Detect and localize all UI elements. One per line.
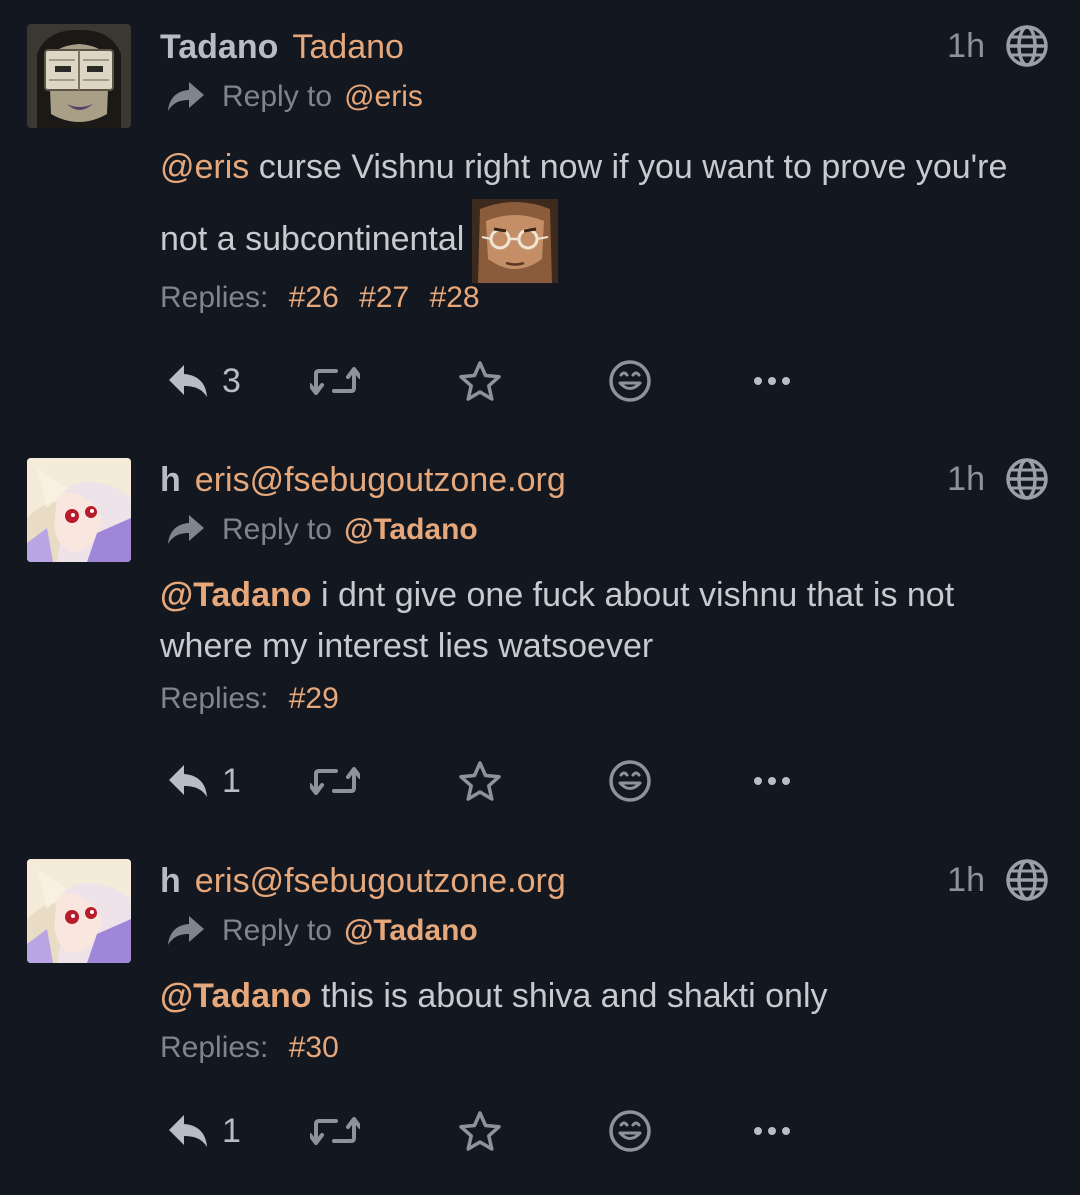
reply-to-mention[interactable]: @Tadano [344,914,478,948]
globe-icon[interactable] [1005,457,1049,501]
repeat-button[interactable] [310,756,360,806]
react-button[interactable] [608,1106,652,1156]
status-content: @Tadano i dnt give one fuck about vishnu… [160,570,1040,672]
reply-to-label: Reply to [222,80,333,113]
replies-label: Replies: [160,281,269,314]
reply-link[interactable]: #30 [289,1031,339,1064]
reply-count: 3 [222,361,241,400]
reply-count: 1 [222,1111,241,1150]
reply-count: 1 [222,761,241,800]
reply-to-mention[interactable]: @Tadano [344,513,478,547]
display-name[interactable]: Tadano [160,28,278,67]
display-name[interactable]: h [160,862,181,901]
account-name[interactable]: eris@fsebugoutzone.org [195,461,566,500]
more-icon [752,375,792,387]
custom-emoji-icon [472,199,558,283]
replies-label: Replies: [160,682,269,715]
reply-icon [166,361,210,401]
favorite-button[interactable] [458,1106,502,1156]
react-button[interactable] [608,756,652,806]
repeat-icon [310,1116,360,1146]
status-content: @Tadano this is about shiva and shakti o… [160,971,1040,1022]
share-arrow-icon [166,513,206,547]
repeat-button[interactable] [310,1106,360,1156]
more-button[interactable] [752,356,792,406]
reply-button[interactable]: 1 [166,756,241,806]
avatar[interactable] [27,24,131,128]
status-post: h eris@fsebugoutzone.org 1h Reply to @Ta… [0,430,1080,830]
share-arrow-icon [166,80,206,114]
mention-link[interactable]: @Tadano [160,576,312,614]
react-button[interactable] [608,356,652,406]
post-header: Tadano Tadano [160,24,404,70]
repeat-icon [310,766,360,796]
reply-to: Reply to @Tadano [166,510,478,550]
reply-button[interactable]: 1 [166,1106,241,1156]
avatar[interactable] [27,859,131,963]
status-post: Tadano Tadano 1h Reply to @eris @eris cu… [0,0,1080,430]
reply-link[interactable]: #26 [289,281,339,314]
star-icon [458,360,502,402]
more-button[interactable] [752,756,792,806]
reply-to-label: Reply to [222,513,333,546]
account-name[interactable]: eris@fsebugoutzone.org [195,862,566,901]
reply-to: Reply to @Tadano [166,911,478,951]
emoji-react-icon [608,759,652,803]
favorite-button[interactable] [458,356,502,406]
reply-to-mention[interactable]: @eris [344,80,423,114]
reply-to: Reply to @eris [166,77,423,117]
reply-icon [166,1111,210,1151]
more-button[interactable] [752,1106,792,1156]
post-header: h eris@fsebugoutzone.org [160,858,566,904]
star-icon [458,760,502,802]
display-name[interactable]: h [160,461,181,500]
replies-list: Replies: #26 #27 #28 [160,281,480,315]
status-text: this is about shiva and shakti only [311,977,828,1015]
action-bar: 1 [160,756,860,806]
action-bar: 3 [160,356,860,406]
replies-label: Replies: [160,1031,269,1064]
action-bar: 1 [160,1106,860,1156]
reply-link[interactable]: #28 [430,281,480,314]
globe-icon[interactable] [1005,858,1049,902]
mention-link[interactable]: @Tadano [160,977,312,1015]
more-icon [752,775,792,787]
replies-list: Replies: #30 [160,1031,339,1065]
status-post: h eris@fsebugoutzone.org 1h Reply to @Ta… [0,830,1080,1195]
timestamp[interactable]: 1h [947,861,985,900]
repeat-icon [310,366,360,396]
reply-icon [166,761,210,801]
favorite-button[interactable] [458,756,502,806]
account-name[interactable]: Tadano [292,28,404,67]
timestamp[interactable]: 1h [947,460,985,499]
share-arrow-icon [166,914,206,948]
emoji-react-icon [608,359,652,403]
timestamp[interactable]: 1h [947,27,985,66]
star-icon [458,1110,502,1152]
reply-button[interactable]: 3 [166,356,241,406]
status-content: @eris curse Vishnu right now if you want… [160,136,1040,283]
replies-list: Replies: #29 [160,682,339,716]
emoji-react-icon [608,1109,652,1153]
status-text: curse Vishnu right now if you want to pr… [160,148,1008,258]
avatar[interactable] [27,458,131,562]
repeat-button[interactable] [310,356,360,406]
reply-link[interactable]: #29 [289,682,339,715]
globe-icon[interactable] [1005,24,1049,68]
mention-link[interactable]: @eris [160,148,249,186]
reply-link[interactable]: #27 [359,281,409,314]
more-icon [752,1125,792,1137]
reply-to-label: Reply to [222,914,333,947]
post-header: h eris@fsebugoutzone.org [160,457,566,503]
